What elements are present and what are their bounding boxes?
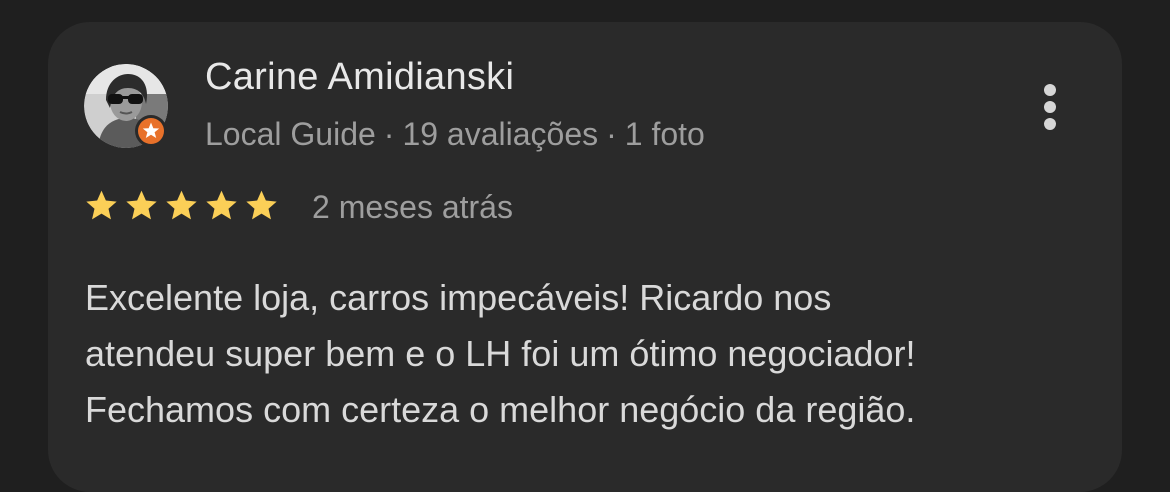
reviewer-photo-count: 1 foto bbox=[624, 116, 705, 152]
reviewer-name[interactable]: Carine Amidianski bbox=[205, 56, 514, 99]
star-icon bbox=[126, 190, 157, 220]
reviewer-review-count: 19 avaliações bbox=[402, 116, 599, 152]
menu-dot bbox=[1044, 118, 1056, 130]
meta-separator: · bbox=[383, 116, 395, 152]
star-icon bbox=[246, 190, 277, 220]
reviewer-level: Local Guide bbox=[205, 116, 376, 152]
review-text-line: Fechamos com certeza o melhor negócio da… bbox=[85, 389, 916, 430]
star-icon bbox=[166, 190, 197, 220]
local-guide-star-icon bbox=[135, 115, 167, 147]
meta-separator: · bbox=[606, 116, 617, 152]
avatar[interactable] bbox=[84, 64, 168, 148]
more-vert-icon[interactable] bbox=[1030, 80, 1070, 134]
reviewer-meta[interactable]: Local Guide · 19 avaliações · 1 foto bbox=[205, 116, 705, 153]
review-text-line: Excelente loja, carros impecáveis! Ricar… bbox=[85, 277, 832, 318]
star-icon bbox=[206, 190, 237, 220]
star-icon bbox=[86, 190, 117, 220]
review-text: Excelente loja, carros impecáveis! Ricar… bbox=[85, 270, 1095, 438]
menu-dot bbox=[1044, 101, 1056, 113]
review-time: 2 meses atrás bbox=[312, 189, 513, 225]
review-text-line: atendeu super bem e o LH foi um ótimo ne… bbox=[85, 333, 916, 374]
menu-dot bbox=[1044, 84, 1056, 96]
star-rating bbox=[84, 188, 279, 228]
